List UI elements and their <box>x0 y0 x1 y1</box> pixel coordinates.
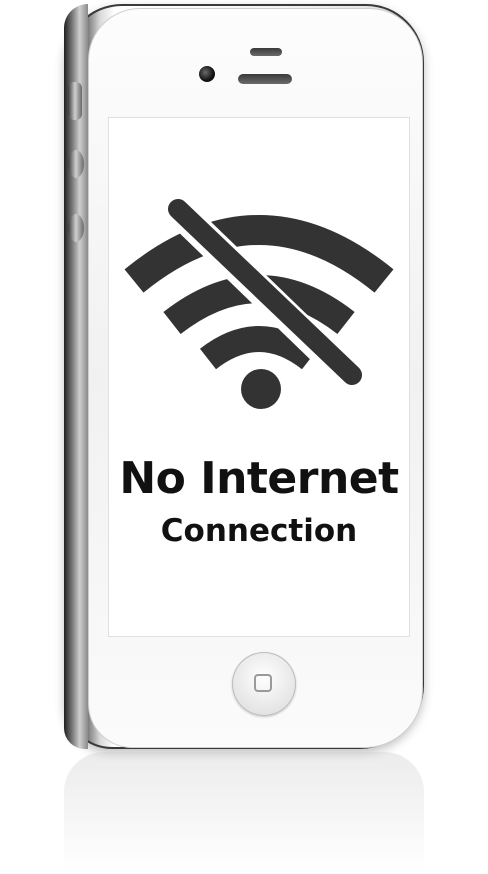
volume-up-button[interactable] <box>68 150 84 178</box>
home-square-icon <box>254 674 272 692</box>
mute-switch[interactable] <box>68 82 82 120</box>
front-camera <box>199 66 215 82</box>
no-internet-heading: No Internet <box>119 453 399 504</box>
volume-down-button[interactable] <box>68 214 84 242</box>
phone-screen: No Internet Connection <box>108 117 410 637</box>
earpiece-speaker <box>238 74 292 84</box>
stage: No Internet Connection <box>0 0 488 874</box>
phone-reflection <box>64 752 424 874</box>
connection-subheading: Connection <box>160 513 358 549</box>
wifi-off-icon <box>124 192 394 427</box>
sensor-slot <box>250 48 282 56</box>
home-button[interactable] <box>232 652 296 716</box>
